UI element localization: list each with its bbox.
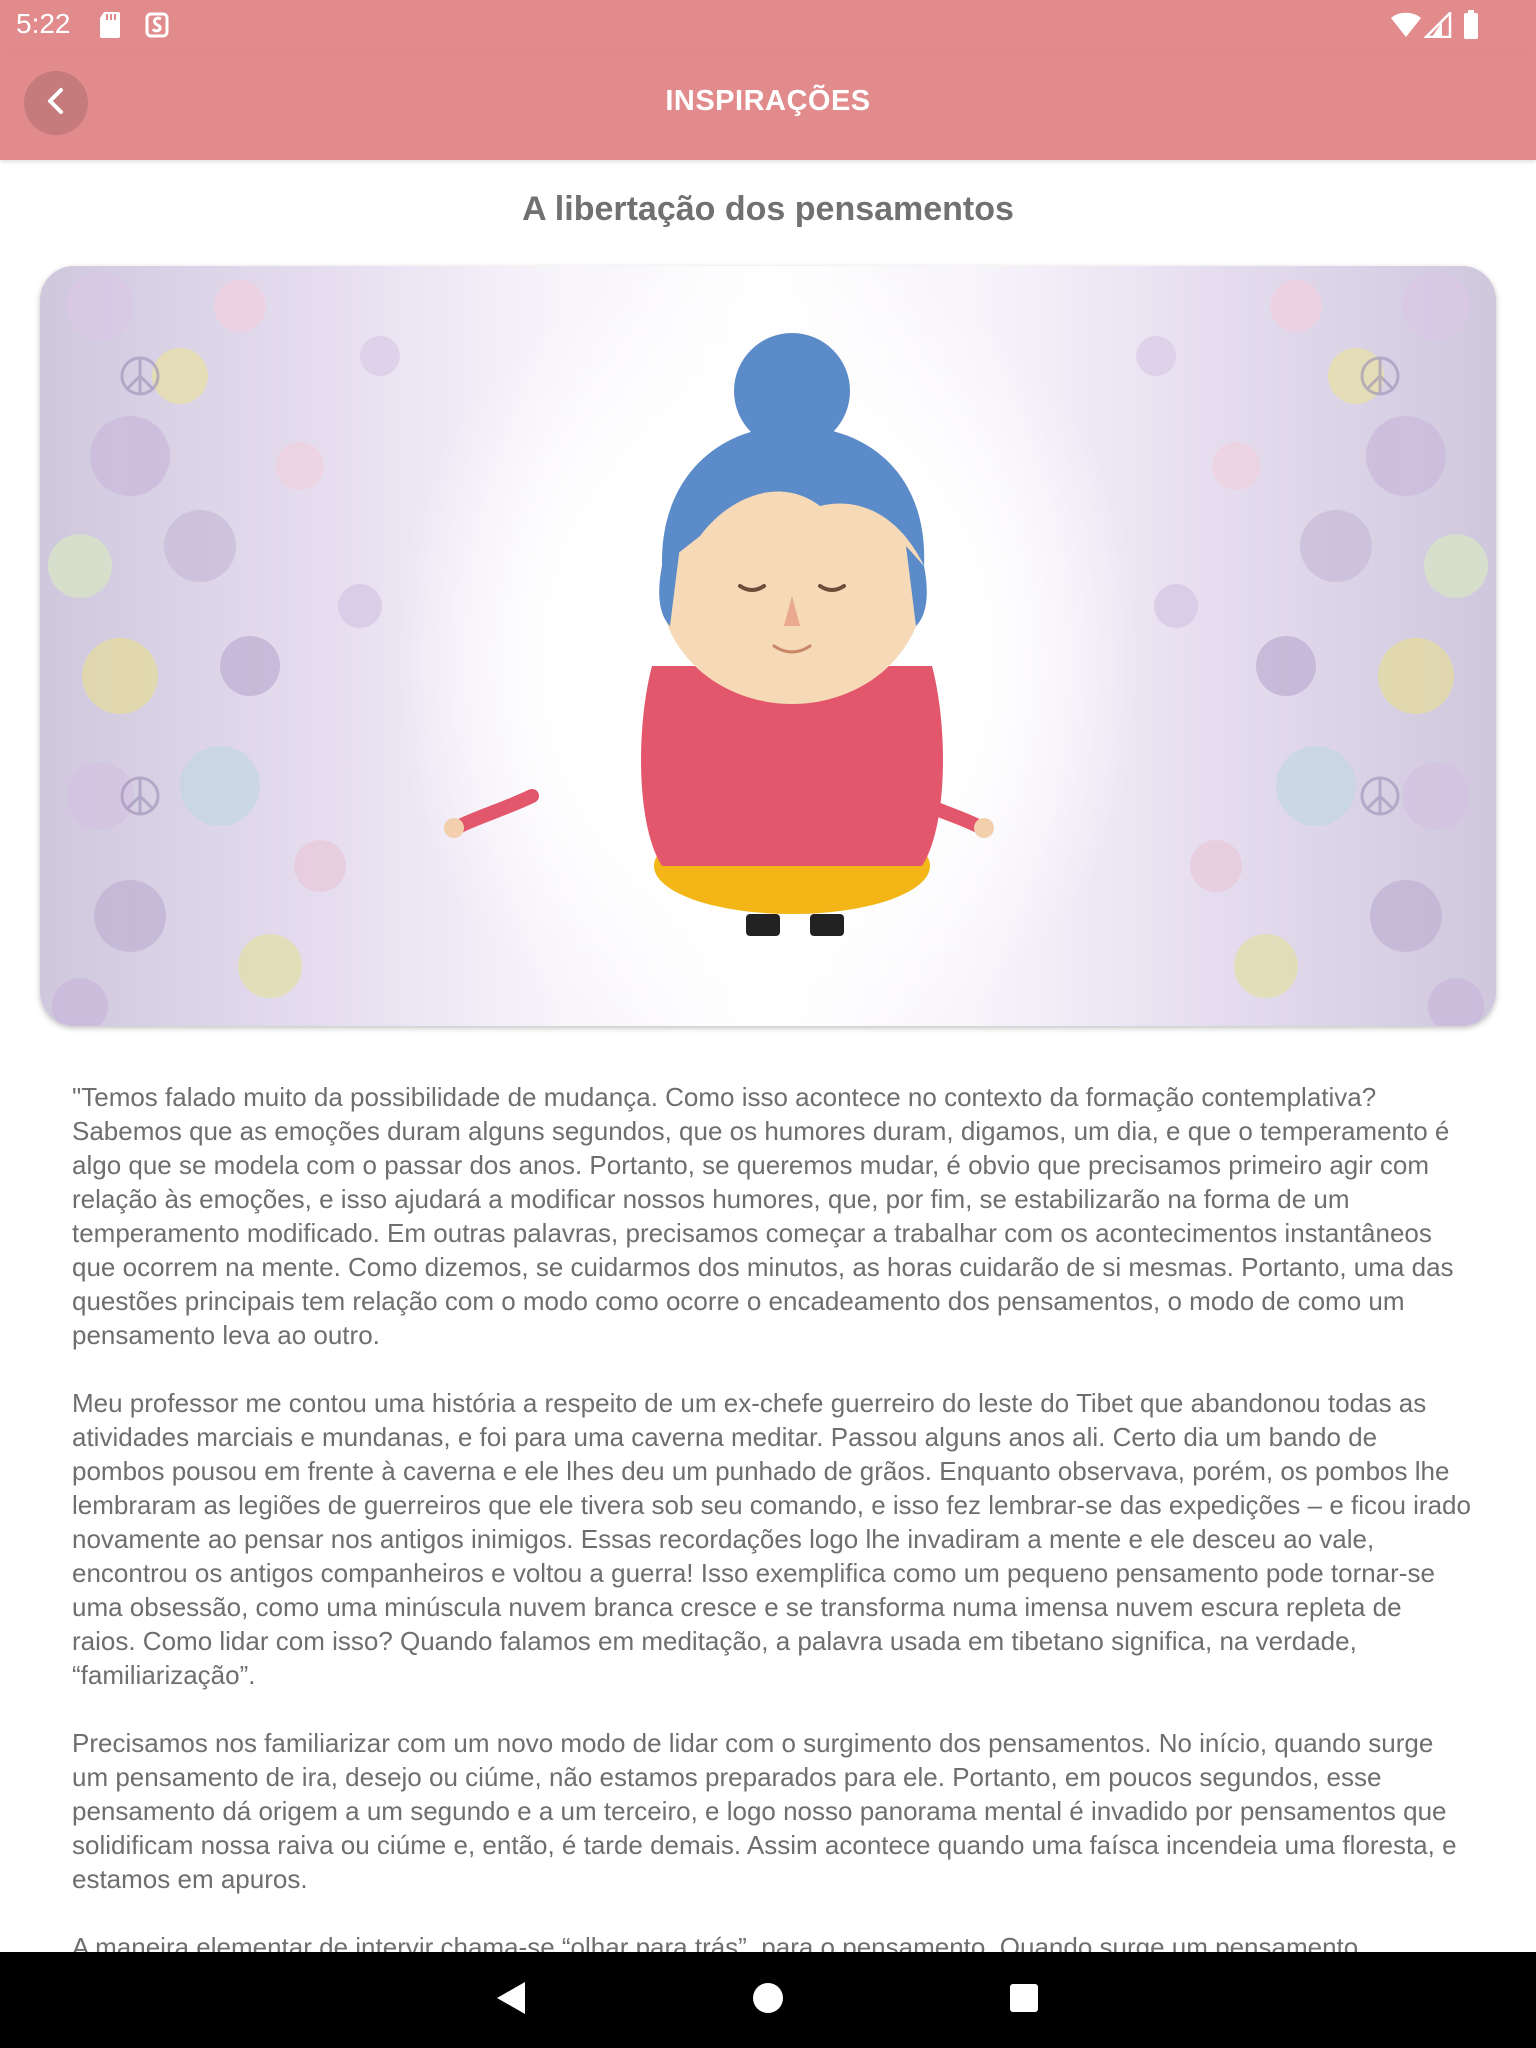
sd-card-icon: [98, 10, 122, 45]
system-nav-bar: [0, 1952, 1536, 2048]
signal-icon: [1422, 9, 1452, 43]
article-image: [40, 266, 1496, 1026]
article-body: "Temos falado muito da possibilidade de …: [72, 1080, 1472, 1998]
flower-pattern-right: [1136, 272, 1488, 1026]
meditating-character: [444, 333, 994, 936]
nav-recents-button[interactable]: [1000, 1976, 1048, 2024]
subscription-icon: [144, 10, 170, 45]
meditating-character-illustration: [48, 272, 1488, 1026]
status-bar: 5:22: [0, 0, 1536, 50]
article-paragraph: Precisamos nos familiarizar com um novo …: [72, 1728, 1457, 1894]
article-paragraph: Meu professor me contou uma história a r…: [72, 1388, 1471, 1690]
status-time: 5:22: [16, 8, 71, 39]
nav-home-button[interactable]: [744, 1976, 792, 2024]
wifi-icon: [1390, 12, 1422, 43]
home-circle-icon: [751, 1981, 785, 2020]
back-triangle-icon: [495, 1980, 529, 2021]
app-bar: INSPIRAÇÕES: [0, 50, 1536, 160]
battery-icon: [1462, 10, 1480, 45]
screen: 5:22 INSPIRAÇÕES A libertação dos pensam…: [0, 0, 1536, 2048]
flower-pattern-left: [48, 272, 400, 1026]
nav-back-button[interactable]: [488, 1976, 536, 2024]
article-paragraph: "Temos falado muito da possibilidade de …: [72, 1082, 1454, 1350]
app-bar-title: INSPIRAÇÕES: [665, 85, 871, 117]
article-title: A libertação dos pensamentos: [522, 190, 1014, 228]
recents-square-icon: [1008, 1982, 1040, 2019]
